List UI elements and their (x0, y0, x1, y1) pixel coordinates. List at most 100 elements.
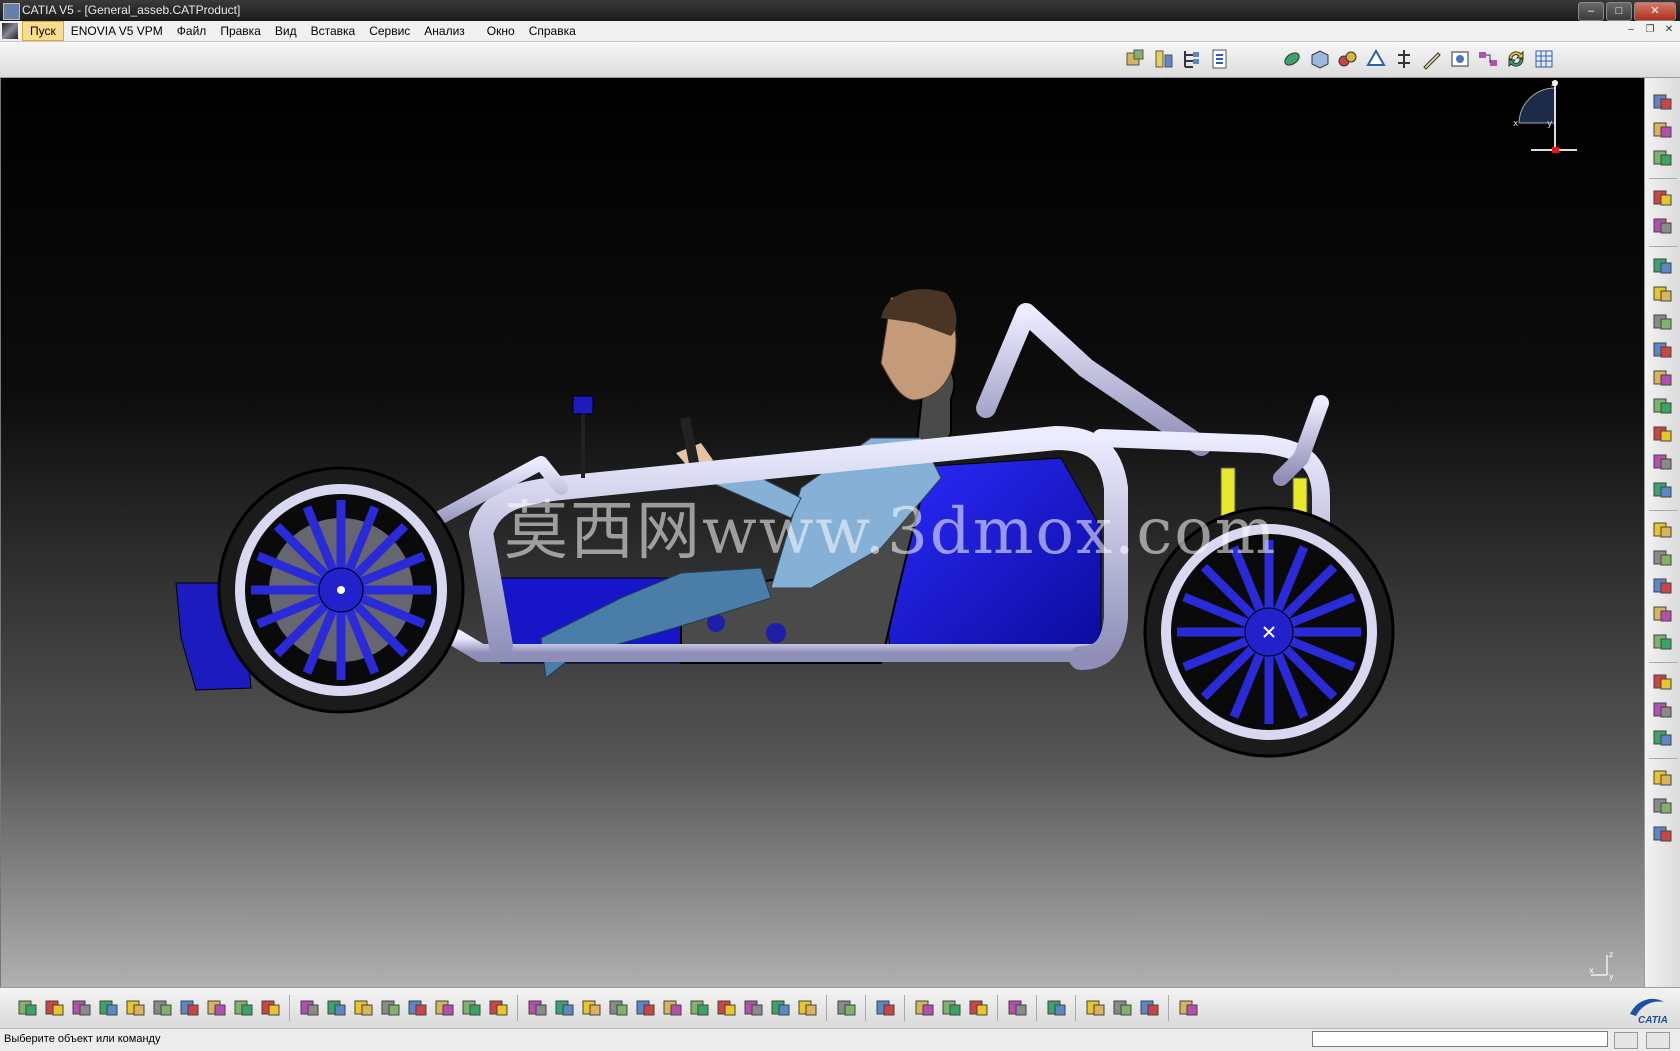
distance-icon[interactable] (1392, 47, 1416, 71)
component-icon[interactable] (1651, 282, 1675, 306)
insert-icon[interactable] (1651, 338, 1675, 362)
open-icon[interactable] (43, 996, 67, 1020)
rotate-icon[interactable] (580, 996, 604, 1020)
sectioning-icon[interactable] (1006, 996, 1030, 1020)
whats-this-icon[interactable] (259, 996, 283, 1020)
grid-icon[interactable] (1177, 996, 1201, 1020)
new-icon[interactable] (16, 996, 40, 1020)
doc-icon[interactable] (1651, 118, 1675, 142)
product-icon[interactable] (2, 23, 18, 39)
product-structure-icon[interactable] (1152, 47, 1176, 71)
print-icon[interactable] (97, 996, 121, 1020)
menu-window[interactable]: Окно (480, 21, 522, 41)
zoom-out-icon[interactable] (634, 996, 658, 1020)
contact-icon[interactable] (1651, 670, 1675, 694)
spec-tree-icon[interactable] (1180, 47, 1204, 71)
swap-icon[interactable] (796, 996, 820, 1020)
zoom-in-icon[interactable] (607, 996, 631, 1020)
clash-icon[interactable] (1336, 47, 1360, 71)
constraint-icon[interactable] (1651, 546, 1675, 570)
doc-icon[interactable] (1651, 146, 1675, 170)
copy-icon[interactable] (151, 996, 175, 1020)
catia-app-icon[interactable] (3, 3, 20, 20)
minimize-button[interactable]: – (1578, 2, 1604, 21)
paste-icon[interactable] (178, 996, 202, 1020)
move-icon[interactable] (1651, 394, 1675, 418)
sectioning-icon[interactable] (1308, 47, 1332, 71)
maximize-button[interactable]: □ (1606, 2, 1632, 21)
menu-insert[interactable]: Вставка (304, 21, 363, 41)
comment-icon[interactable] (325, 996, 349, 1020)
measure-item-icon[interactable] (940, 996, 964, 1020)
menu-enovia[interactable]: ENOVIA V5 VPM (64, 21, 170, 41)
grid-icon[interactable] (1532, 47, 1556, 71)
fit-all-icon[interactable] (526, 996, 550, 1020)
lock-icon[interactable] (433, 996, 457, 1020)
menu-tools[interactable]: Сервис (362, 21, 417, 41)
close-button[interactable]: ✕ (1634, 2, 1676, 21)
coincidence-icon[interactable] (1651, 630, 1675, 654)
update-icon[interactable] (1651, 766, 1675, 790)
formula-icon[interactable] (298, 996, 322, 1020)
catalog-icon[interactable] (1208, 47, 1232, 71)
manipulate-icon[interactable] (1651, 214, 1675, 238)
offset-icon[interactable] (1651, 698, 1675, 722)
dimension-icon[interactable] (913, 996, 937, 1020)
compass-widget[interactable]: x y z (1501, 78, 1581, 168)
fix-icon[interactable] (1651, 602, 1675, 626)
sketch-icon[interactable] (1420, 47, 1444, 71)
inertia-icon[interactable] (967, 996, 991, 1020)
car-assembly-model[interactable] (1, 78, 1645, 987)
hide-show-icon[interactable] (769, 996, 793, 1020)
catalog-icon[interactable] (1138, 996, 1162, 1020)
menu-edit[interactable]: Правка (213, 21, 268, 41)
render-icon[interactable] (1084, 996, 1108, 1020)
status-button[interactable] (1614, 1032, 1638, 1049)
table-icon[interactable] (1651, 450, 1675, 474)
fly-icon[interactable] (487, 996, 511, 1020)
angle-icon[interactable] (1651, 726, 1675, 750)
component-icon[interactable] (1651, 310, 1675, 334)
status-button[interactable] (1646, 1032, 1670, 1049)
menu-start[interactable]: Пуск (22, 21, 64, 41)
power-input-field[interactable] (1312, 1031, 1608, 1047)
gear-icon[interactable] (1651, 90, 1675, 114)
menu-file[interactable]: Файл (170, 21, 214, 41)
render-icon[interactable] (1280, 47, 1304, 71)
mdi-restore-button[interactable]: ❐ (1642, 23, 1658, 38)
scene-icon[interactable] (1651, 822, 1675, 846)
material-icon[interactable] (1111, 996, 1135, 1020)
measure-icon[interactable] (1364, 47, 1388, 71)
pin-icon[interactable] (352, 996, 376, 1020)
mdi-close-button[interactable]: ✕ (1661, 23, 1677, 38)
flatten-icon[interactable] (1045, 996, 1069, 1020)
camera-icon[interactable] (835, 996, 859, 1020)
assembly-constraints-icon[interactable] (1124, 47, 1148, 71)
redo-icon[interactable] (232, 996, 256, 1020)
constraint-icon[interactable] (1651, 574, 1675, 598)
menu-help[interactable]: Справка (522, 21, 583, 41)
menu-view[interactable]: Вид (268, 21, 304, 41)
replace-icon[interactable] (1651, 366, 1675, 390)
menu-analyze[interactable]: Анализ (417, 21, 472, 41)
table-icon[interactable] (379, 996, 403, 1020)
bill-of-material-icon[interactable] (1651, 518, 1675, 542)
save-icon[interactable] (70, 996, 94, 1020)
undo-icon[interactable] (205, 996, 229, 1020)
normal-view-icon[interactable] (661, 996, 685, 1020)
snapshot-icon[interactable] (1448, 47, 1472, 71)
3d-viewport[interactable]: 莫西网www.3dmox.com x y z z x y (0, 78, 1645, 987)
tree-icon[interactable] (406, 996, 430, 1020)
filter-icon[interactable] (460, 996, 484, 1020)
reorder-icon[interactable] (1651, 422, 1675, 446)
cut-icon[interactable] (124, 996, 148, 1020)
mdi-minimize-button[interactable]: – (1623, 23, 1639, 38)
multi-view-icon[interactable] (688, 996, 712, 1020)
select-arrow-icon[interactable] (1651, 186, 1675, 210)
iso-view-icon[interactable] (715, 996, 739, 1020)
update-icon[interactable] (1504, 47, 1528, 71)
shading-icon[interactable] (742, 996, 766, 1020)
publish-icon[interactable] (1651, 794, 1675, 818)
connect-icon[interactable] (1476, 47, 1500, 71)
multi-instantiate-icon[interactable] (1651, 478, 1675, 502)
